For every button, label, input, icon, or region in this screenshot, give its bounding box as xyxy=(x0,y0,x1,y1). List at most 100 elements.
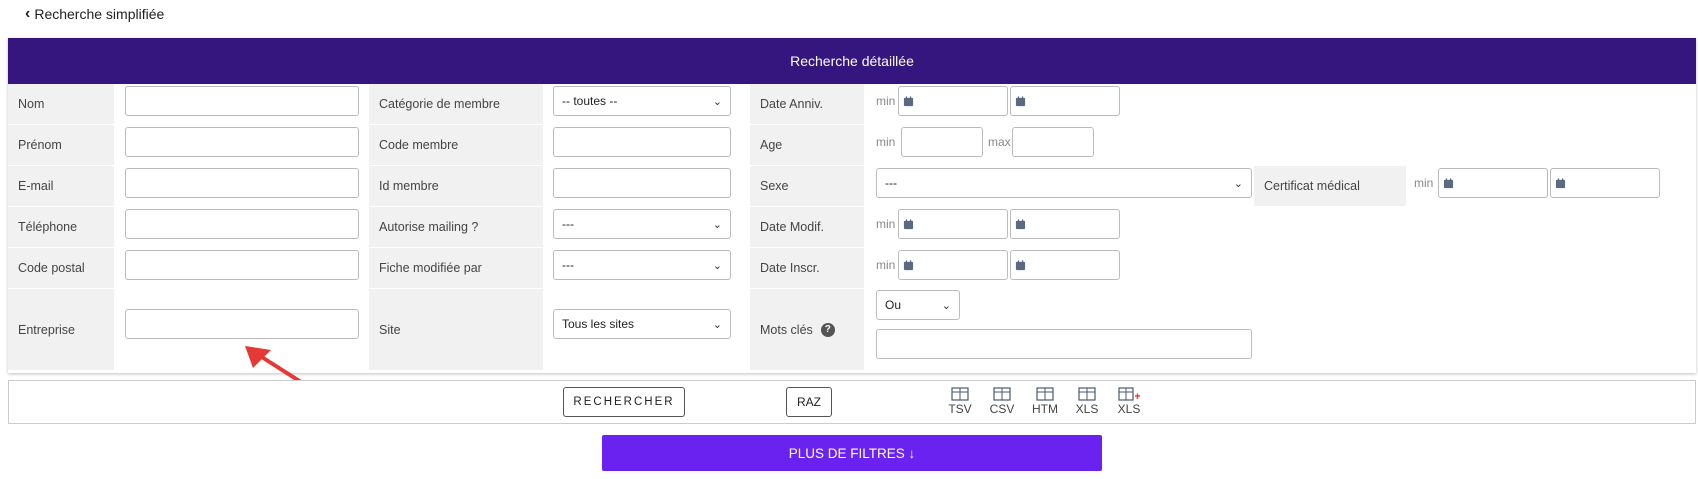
date-inscr-min[interactable] xyxy=(898,250,1008,280)
form-row: E-mail Id membre Sexe --- ⌄ Certificat m… xyxy=(8,166,1696,207)
date-modif-max[interactable] xyxy=(1010,209,1120,239)
export-htm-button[interactable]: HTM xyxy=(1030,387,1060,416)
calendar-icon xyxy=(1443,177,1454,188)
action-toolbar: RECHERCHER RAZ TSV CSV HTM XLS XLS xyxy=(8,380,1696,424)
categorie-select[interactable]: -- toutes -- ⌄ xyxy=(553,86,731,116)
search-button[interactable]: RECHERCHER xyxy=(563,387,685,417)
label-prenom: Prénom xyxy=(8,125,114,165)
min-label: min xyxy=(876,217,896,231)
certificat-min[interactable] xyxy=(1438,168,1548,198)
certificat-max[interactable] xyxy=(1550,168,1660,198)
chevron-down-icon: ⌄ xyxy=(712,95,722,108)
email-input[interactable] xyxy=(125,168,359,198)
export-tsv-button[interactable]: TSV xyxy=(945,387,975,416)
sexe-select[interactable]: --- ⌄ xyxy=(876,168,1252,198)
more-filters-button[interactable]: PLUS DE FILTRES ↓ xyxy=(602,435,1102,471)
export-csv-button[interactable]: CSV xyxy=(987,387,1017,416)
min-label: min xyxy=(876,94,896,108)
min-label: min xyxy=(876,135,896,149)
autorise-mailing-value: --- xyxy=(562,217,574,231)
export-label: XLS xyxy=(1075,402,1099,416)
age-max-input[interactable] xyxy=(1012,127,1094,157)
table-icon xyxy=(993,387,1011,401)
mots-cles-input[interactable] xyxy=(876,329,1252,359)
label-date-anniv: Date Anniv. xyxy=(750,84,864,124)
label-code-postal: Code postal xyxy=(8,248,114,288)
calendar-icon xyxy=(903,259,914,270)
form-row: Code postal Fiche modifiée par --- ⌄ Dat… xyxy=(8,248,1696,289)
label-autorise-mailing: Autorise mailing ? xyxy=(369,207,543,247)
code-membre-input[interactable] xyxy=(553,127,731,157)
chevron-left-icon: ‹ xyxy=(25,5,31,22)
label-date-inscr: Date Inscr. xyxy=(750,248,864,288)
site-select[interactable]: Tous les sites ⌄ xyxy=(553,309,731,339)
reset-button[interactable]: RAZ xyxy=(786,387,832,417)
export-label: TSV xyxy=(948,402,972,416)
detailed-search-panel: Recherche détaillée Nom Catégorie de mem… xyxy=(8,38,1696,373)
back-link[interactable]: ‹ Recherche simplifiée xyxy=(25,5,165,23)
autorise-mailing-select[interactable]: --- ⌄ xyxy=(553,209,731,239)
calendar-icon xyxy=(1015,95,1026,106)
form-row: Prénom Code membre Age min max xyxy=(8,125,1696,166)
prenom-input[interactable] xyxy=(125,127,359,157)
age-min-input[interactable] xyxy=(901,127,983,157)
date-anniv-max[interactable] xyxy=(1010,86,1120,116)
label-mots-cles: Mots clés ? xyxy=(750,289,864,370)
chevron-down-icon: ⌄ xyxy=(712,218,722,231)
date-modif-min[interactable] xyxy=(898,209,1008,239)
fiche-modifiee-select[interactable]: --- ⌄ xyxy=(553,250,731,280)
label-sexe: Sexe xyxy=(750,166,864,206)
sexe-value: --- xyxy=(885,176,897,190)
site-value: Tous les sites xyxy=(562,317,635,331)
export-label: XLS xyxy=(1117,402,1141,416)
form-row: Téléphone Autorise mailing ? --- ⌄ Date … xyxy=(8,207,1696,248)
min-label: min xyxy=(1414,176,1434,190)
label-certificat: Certificat médical xyxy=(1254,166,1406,206)
label-entreprise: Entreprise xyxy=(8,289,114,370)
code-postal-input[interactable] xyxy=(125,250,359,280)
label-categorie: Catégorie de membre xyxy=(369,84,543,124)
chevron-down-icon: ⌄ xyxy=(712,259,722,272)
label-email: E-mail xyxy=(8,166,114,206)
date-anniv-min[interactable] xyxy=(898,86,1008,116)
chevron-down-icon: ⌄ xyxy=(712,318,722,331)
export-xls-button[interactable]: XLS xyxy=(1072,387,1102,416)
categorie-value: -- toutes -- xyxy=(562,94,618,108)
export-label: HTM xyxy=(1032,402,1058,416)
label-date-modif: Date Modif. xyxy=(750,207,864,247)
export-label: CSV xyxy=(989,402,1015,416)
label-age: Age xyxy=(750,125,864,165)
chevron-down-icon: ⌄ xyxy=(941,299,951,312)
mots-cles-operator-select[interactable]: Ou ⌄ xyxy=(876,290,960,320)
nom-input[interactable] xyxy=(125,86,359,116)
calendar-icon xyxy=(1015,218,1026,229)
table-icon xyxy=(951,387,969,401)
label-telephone: Téléphone xyxy=(8,207,114,247)
help-icon[interactable]: ? xyxy=(820,322,835,337)
table-icon xyxy=(1078,387,1096,401)
label-fiche-modifiee: Fiche modifiée par xyxy=(369,248,543,288)
label-nom: Nom xyxy=(8,84,114,124)
min-label: min xyxy=(876,258,896,272)
form-row: Nom Catégorie de membre -- toutes -- ⌄ D… xyxy=(8,84,1696,125)
table-add-icon xyxy=(1118,387,1140,401)
calendar-icon xyxy=(903,95,914,106)
label-code-membre: Code membre xyxy=(369,125,543,165)
calendar-icon xyxy=(1015,259,1026,270)
telephone-input[interactable] xyxy=(125,209,359,239)
mots-cles-text: Mots clés xyxy=(760,322,813,337)
chevron-down-icon: ⌄ xyxy=(1233,177,1243,190)
max-label: max xyxy=(988,135,1011,149)
calendar-icon xyxy=(903,218,914,229)
panel-title: Recherche détaillée xyxy=(8,38,1696,84)
id-membre-input[interactable] xyxy=(553,168,731,198)
entreprise-input[interactable] xyxy=(125,309,359,339)
fiche-modifiee-value: --- xyxy=(562,258,574,272)
calendar-icon xyxy=(1555,177,1566,188)
label-id-membre: Id membre xyxy=(369,166,543,206)
date-inscr-max[interactable] xyxy=(1010,250,1120,280)
table-icon xyxy=(1036,387,1054,401)
operator-value: Ou xyxy=(885,298,902,312)
back-label: Recherche simplifiée xyxy=(34,6,165,22)
export-xls-plus-button[interactable]: XLS xyxy=(1114,387,1144,416)
